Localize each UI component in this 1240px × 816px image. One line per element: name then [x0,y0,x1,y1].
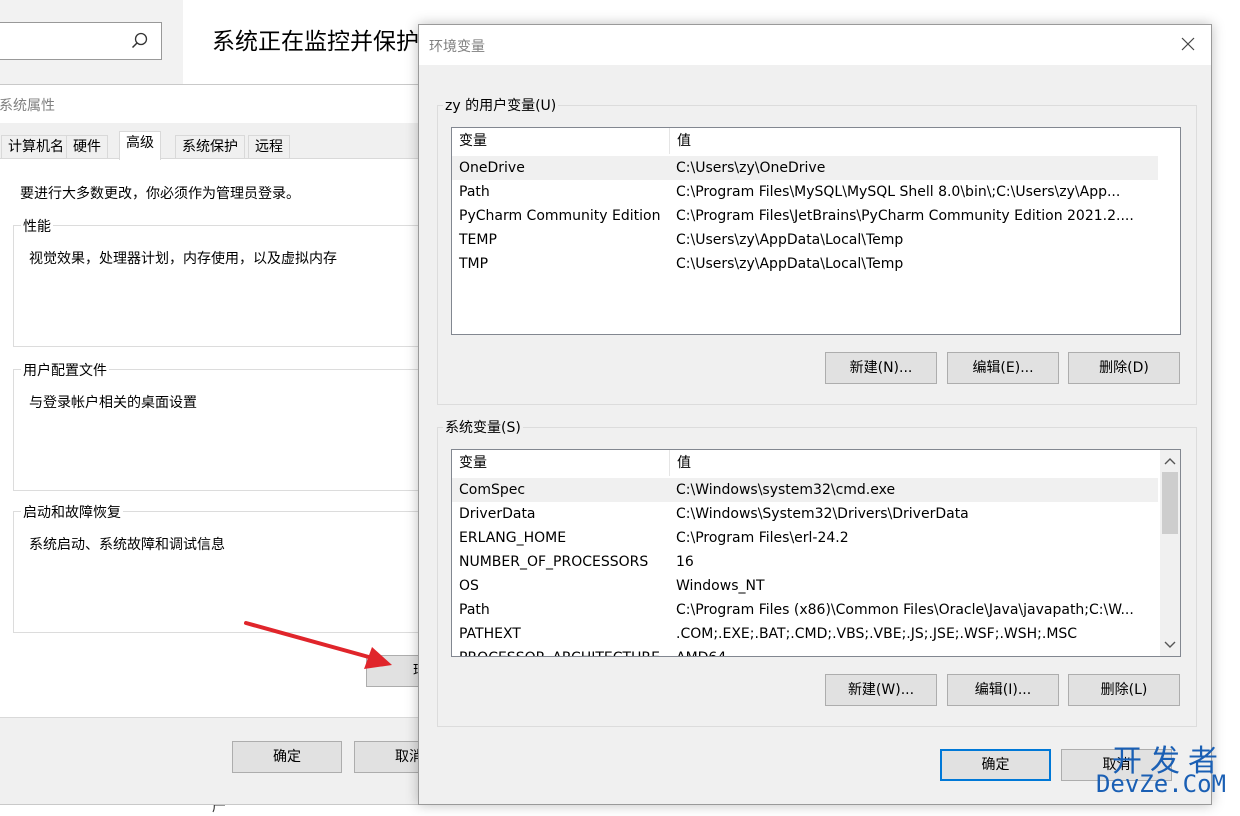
group-description: 系统启动、系统故障和调试信息 [29,537,225,553]
tab-system-protection[interactable]: 系统保护 [175,135,245,159]
var-name: Path [459,602,490,618]
list-row[interactable]: Path C:\Program Files\MySQL\MySQL Shell … [452,180,1158,204]
user-edit-button[interactable]: 编辑(E)... [947,352,1059,384]
column-header-name[interactable]: 变量 [452,450,670,476]
list-row[interactable]: ComSpec C:\Windows\system32\cmd.exe [452,478,1158,502]
var-name: PATHEXT [459,626,521,642]
var-value: C:\Windows\system32\cmd.exe [676,482,896,498]
system-properties-dialog: 系统属性 计算机名 硬件 高级 系统保护 远程 要进行大多数更改，你必须作为管理… [0,84,464,805]
group-legend: 启动和故障恢复 [21,502,123,522]
var-value: Windows_NT [676,578,765,594]
var-name: TMP [459,256,489,272]
tab-advanced[interactable]: 高级 [119,131,161,160]
dialog-title: 环境变量 [429,39,485,55]
column-header-name[interactable]: 变量 [452,128,670,154]
var-name: Path [459,184,490,200]
var-value: C:\Program Files (x86)\Common Files\Orac… [676,602,1134,618]
user-variables-list[interactable]: 变量 值 OneDrive C:\Users\zy\OneDrive Path … [451,127,1181,335]
var-name: ERLANG_HOME [459,530,567,546]
var-name: OS [459,578,479,594]
var-value: C:\Program Files\erl-24.2 [676,530,849,546]
list-row[interactable]: PATHEXT .COM;.EXE;.BAT;.CMD;.VBS;.VBE;.J… [452,622,1158,646]
list-row[interactable]: Path C:\Program Files (x86)\Common Files… [452,598,1158,622]
system-variables-label: 系统变量(S) [443,417,523,437]
column-header-value[interactable]: 值 [670,128,1180,154]
var-name: OneDrive [459,160,525,176]
watermark-bottom: DevZe.CoM [1095,770,1226,798]
user-variables-label: zy 的用户变量(U) [443,95,559,115]
page-heading: 系统正在监控并保护 [212,29,419,55]
system-new-button[interactable]: 新建(W)... [825,674,937,706]
group-legend: 用户配置文件 [21,360,109,380]
list-header: 变量 值 [452,128,1180,154]
var-value: C:\Users\zy\AppData\Local\Temp [676,256,904,272]
system-edit-button[interactable]: 编辑(I)... [947,674,1059,706]
scrollbar-thumb[interactable] [1162,472,1178,534]
user-profiles-group: 用户配置文件 与登录帐户相关的桌面设置 [13,360,423,491]
system-delete-button[interactable]: 删除(L) [1068,674,1180,706]
scroll-up-arrow-icon[interactable] [1164,456,1176,466]
group-description: 视觉效果，处理器计划，内存使用，以及虚拟内存 [29,251,337,267]
var-name: TEMP [459,232,497,248]
performance-group: 性能 视觉效果，处理器计划，内存使用，以及虚拟内存 [13,216,423,347]
ok-button[interactable]: 确定 [232,741,342,773]
var-value: C:\Users\zy\AppData\Local\Temp [676,232,904,248]
watermark-logo: 开发者 DevZe.CoM [1082,736,1232,802]
list-header: 变量 值 [452,450,1160,476]
settings-search-box[interactable] [0,22,162,60]
var-value: 16 [676,554,694,570]
dialog-titlebar: 环境变量 [419,25,1211,65]
tab-strip: 计算机名 硬件 高级 系统保护 远程 [0,131,431,160]
list-row[interactable]: OneDrive C:\Users\zy\OneDrive [452,156,1158,180]
tab-hardware[interactable]: 硬件 [66,135,108,159]
column-header-value[interactable]: 值 [670,450,1160,476]
search-icon [131,32,148,49]
var-value: .COM;.EXE;.BAT;.CMD;.VBS;.VBE;.JS;.JSE;.… [676,626,1078,642]
var-name: ComSpec [459,482,526,498]
var-value: C:\Program Files\JetBrains\PyCharm Commu… [676,208,1134,224]
env-ok-button[interactable]: 确定 [940,749,1051,781]
list-row[interactable]: DriverData C:\Windows\System32\Drivers\D… [452,502,1158,526]
scroll-down-arrow-icon[interactable] [1164,640,1176,650]
list-row[interactable]: TEMP C:\Users\zy\AppData\Local\Temp [452,228,1158,252]
close-icon[interactable] [1179,35,1197,53]
list-row[interactable]: TMP C:\Users\zy\AppData\Local\Temp [452,252,1158,276]
dialog-title: 系统属性 [0,98,55,114]
var-name: PyCharm Community Edition [459,208,661,224]
var-value: C:\Users\zy\OneDrive [676,160,826,176]
annotation-arrow-icon [244,621,392,669]
system-variables-list[interactable]: 变量 值 ComSpec C:\Windows\system32\cmd.exe… [451,449,1181,657]
var-value: AMD64 [676,646,1151,656]
user-new-button[interactable]: 新建(N)... [825,352,937,384]
dialog-titlebar: 系统属性 [0,85,431,123]
list-row[interactable]: PROCESSOR_ARCHITECTURE AMD64 [452,646,1158,656]
list-row[interactable]: PyCharm Community Edition C:\Program Fil… [452,204,1158,228]
user-delete-button[interactable]: 删除(D) [1068,352,1180,384]
environment-variables-dialog: 环境变量 zy 的用户变量(U) 变量 值 OneDrive C:\Users\… [418,24,1212,805]
group-description: 与登录帐户相关的桌面设置 [29,395,197,411]
var-name: NUMBER_OF_PROCESSORS [459,554,649,570]
group-legend: 性能 [21,216,53,236]
list-row[interactable]: ERLANG_HOME C:\Program Files\erl-24.2 [452,526,1158,550]
var-value: C:\Windows\System32\Drivers\DriverData [676,506,969,522]
var-value: C:\Program Files\MySQL\MySQL Shell 8.0\b… [676,184,1121,200]
tab-remote[interactable]: 远程 [248,135,290,159]
admin-notice: 要进行大多数更改，你必须作为管理员登录。 [20,186,300,202]
list-row[interactable]: NUMBER_OF_PROCESSORS 16 [452,550,1158,574]
list-row[interactable]: OS Windows_NT [452,574,1158,598]
tab-computer-name[interactable]: 计算机名 [1,135,71,159]
var-name: PROCESSOR_ARCHITECTURE [459,646,660,656]
vertical-scrollbar[interactable] [1160,450,1180,656]
var-name: DriverData [459,506,536,522]
